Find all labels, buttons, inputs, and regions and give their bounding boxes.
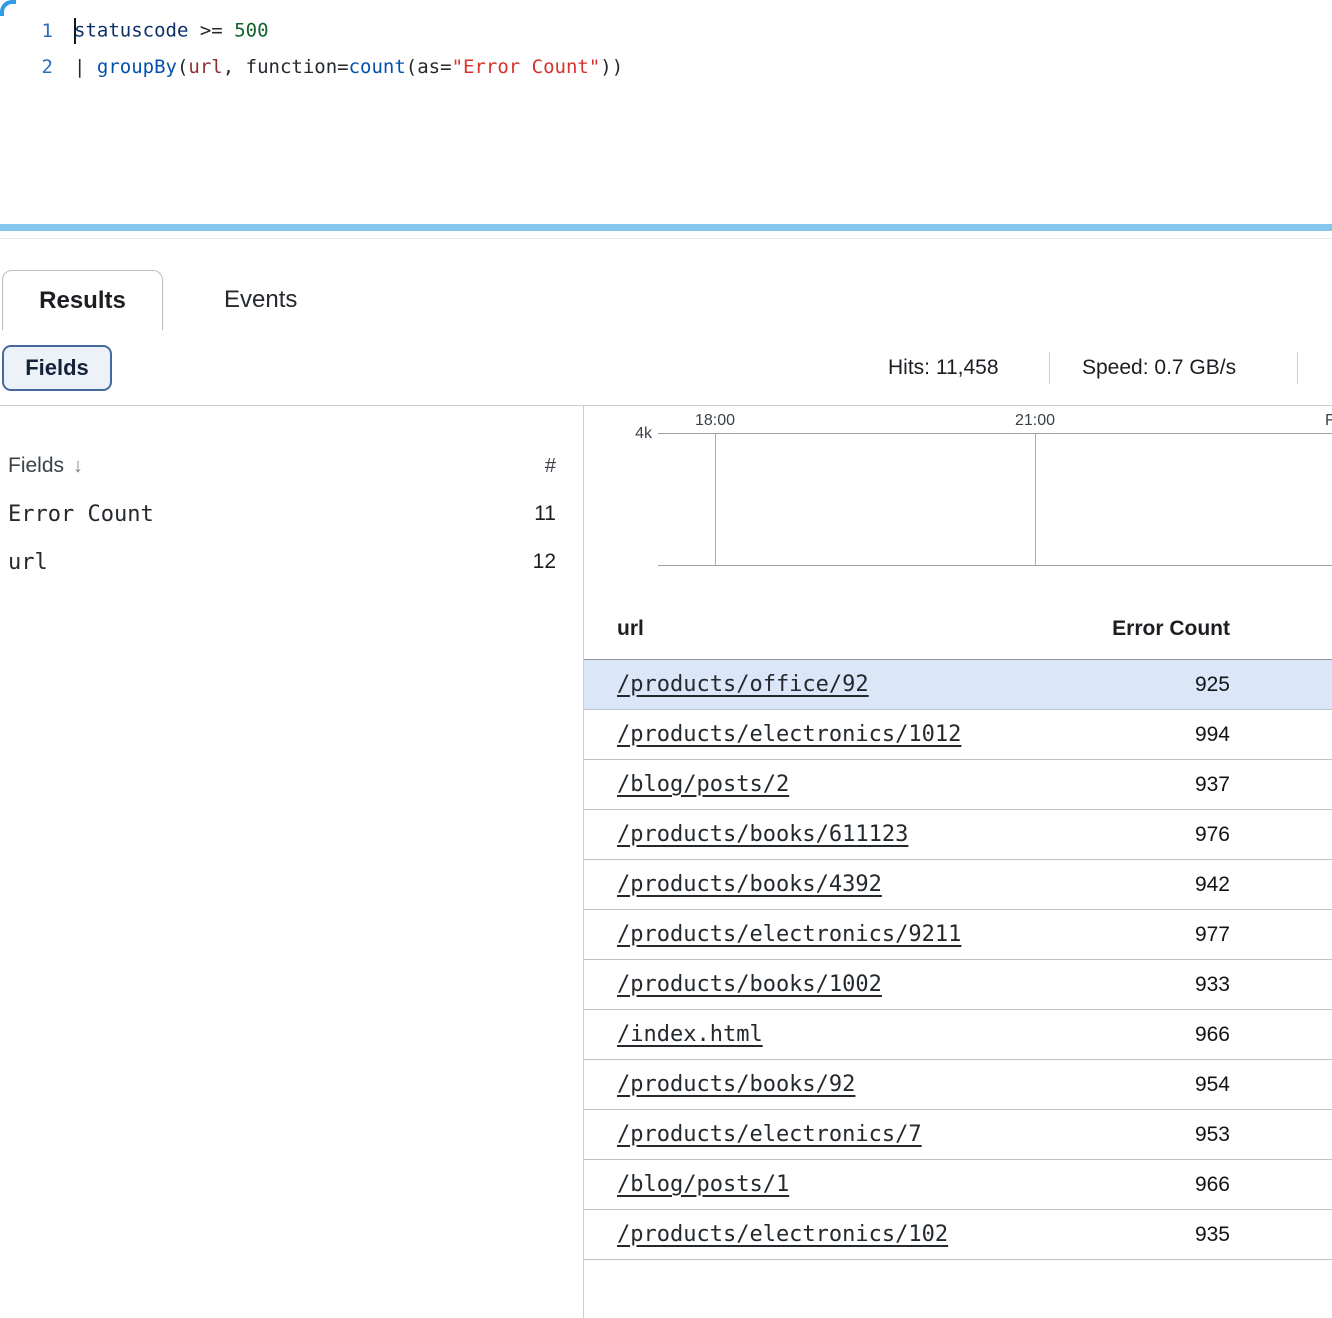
table-row[interactable]: /products/books/611123 976 — [584, 810, 1332, 860]
table-row[interactable]: /products/books/1002 933 — [584, 960, 1332, 1010]
table-row[interactable]: /blog/posts/1 966 — [584, 1160, 1332, 1210]
error-count-value: 925 — [1195, 673, 1230, 697]
url-link[interactable]: /products/books/4392 — [617, 872, 882, 897]
count-column-header: # — [545, 455, 556, 478]
fields-header-label: Fields — [8, 454, 64, 477]
table-row[interactable]: /blog/posts/2 937 — [584, 760, 1332, 810]
fields-panel: Fields ↓ # Error Count 11 url 12 — [0, 406, 583, 1318]
line-number: 1 — [0, 20, 74, 42]
toolbar-divider — [1297, 352, 1298, 384]
error-count-value: 933 — [1195, 973, 1230, 997]
code-text: statuscode >= 500 — [74, 18, 269, 44]
url-link[interactable]: /blog/posts/1 — [617, 1172, 789, 1197]
table-header: url Error Count — [584, 570, 1332, 660]
editor-divider — [0, 238, 1332, 239]
field-name[interactable]: url — [8, 550, 48, 575]
sort-down-icon: ↓ — [73, 455, 83, 477]
url-link[interactable]: /products/electronics/7 — [617, 1122, 922, 1147]
error-count-value: 937 — [1195, 773, 1230, 797]
fields-button[interactable]: Fields — [2, 345, 112, 391]
code-line[interactable]: 2| groupBy(url, function=count(as="Error… — [0, 49, 1332, 85]
hits-stat: Hits: 11,458 — [888, 356, 999, 380]
query-editor[interactable]: 1statuscode >= 5002| groupBy(url, functi… — [0, 0, 1332, 224]
table-row[interactable]: /products/electronics/102 935 — [584, 1210, 1332, 1260]
table-row[interactable]: /products/electronics/9211 977 — [584, 910, 1332, 960]
error-count-value: 953 — [1195, 1123, 1230, 1147]
chart-gridline-vertical — [715, 433, 716, 565]
url-link[interactable]: /products/books/611123 — [617, 822, 908, 847]
table-row[interactable]: /products/books/92 954 — [584, 1060, 1332, 1110]
fields-panel-header: Fields ↓ # — [0, 442, 583, 490]
field-row[interactable]: url 12 — [0, 538, 583, 586]
line-number: 2 — [0, 56, 74, 78]
url-link[interactable]: /index.html — [617, 1022, 763, 1047]
url-link[interactable]: /products/electronics/1012 — [617, 722, 961, 747]
field-rows: Error Count 11 url 12 — [0, 490, 583, 586]
error-count-value: 942 — [1195, 873, 1230, 897]
editor-focus-corner — [0, 0, 16, 16]
tab-events[interactable]: Events — [214, 270, 307, 330]
column-header-error-count[interactable]: Error Count — [1112, 617, 1230, 641]
x-tick-label: 18:00 — [683, 412, 747, 430]
y-axis-max-label: 4k — [600, 425, 652, 443]
results-table: url Error Count /products/office/92 925/p… — [584, 570, 1332, 1318]
url-link[interactable]: /blog/posts/2 — [617, 772, 789, 797]
error-count-value: 954 — [1195, 1073, 1230, 1097]
field-name[interactable]: Error Count — [8, 502, 154, 527]
timeline-chart[interactable]: 4k 18:00 21:00 F — [584, 406, 1332, 570]
fields-sort-control[interactable]: Fields ↓ — [8, 454, 83, 478]
table-row[interactable]: /products/office/92 925 — [584, 660, 1332, 710]
field-count: 12 — [533, 550, 556, 574]
url-link[interactable]: /products/books/1002 — [617, 972, 882, 997]
url-link[interactable]: /products/electronics/102 — [617, 1222, 948, 1247]
error-count-value: 935 — [1195, 1223, 1230, 1247]
error-count-value: 966 — [1195, 1173, 1230, 1197]
chart-axis-baseline — [658, 565, 1332, 566]
error-count-value: 977 — [1195, 923, 1230, 947]
speed-stat: Speed: 0.7 GB/s — [1082, 356, 1236, 380]
table-row[interactable]: /products/electronics/7 953 — [584, 1110, 1332, 1160]
column-header-url[interactable]: url — [617, 617, 644, 641]
error-count-value: 976 — [1195, 823, 1230, 847]
editor-accent-bar — [0, 224, 1332, 231]
url-link[interactable]: /products/books/92 — [617, 1072, 855, 1097]
url-link[interactable]: /products/electronics/9211 — [617, 922, 961, 947]
error-count-value: 994 — [1195, 723, 1230, 747]
error-count-value: 966 — [1195, 1023, 1230, 1047]
tab-events-label: Events — [224, 286, 297, 314]
code-lines: 1statuscode >= 5002| groupBy(url, functi… — [0, 13, 1332, 85]
table-row[interactable]: /products/books/4392 942 — [584, 860, 1332, 910]
code-text: | groupBy(url, function=count(as="Error … — [74, 56, 623, 78]
field-count: 11 — [534, 502, 556, 526]
field-row[interactable]: Error Count 11 — [0, 490, 583, 538]
toolbar-divider — [1049, 352, 1050, 384]
url-link[interactable]: /products/office/92 — [617, 672, 869, 697]
table-rows: /products/office/92 925/products/electron… — [584, 660, 1332, 1260]
x-tick-label: 21:00 — [1003, 412, 1067, 430]
code-line[interactable]: 1statuscode >= 500 — [0, 13, 1332, 49]
tab-results-label: Results — [39, 287, 126, 315]
x-tick-label-partial: F — [1325, 412, 1332, 430]
chart-gridline-vertical — [1035, 433, 1036, 565]
tab-results[interactable]: Results — [2, 270, 163, 330]
table-row[interactable]: /index.html 966 — [584, 1010, 1332, 1060]
chart-gridline-top — [658, 433, 1332, 434]
table-row[interactable]: /products/electronics/1012 994 — [584, 710, 1332, 760]
